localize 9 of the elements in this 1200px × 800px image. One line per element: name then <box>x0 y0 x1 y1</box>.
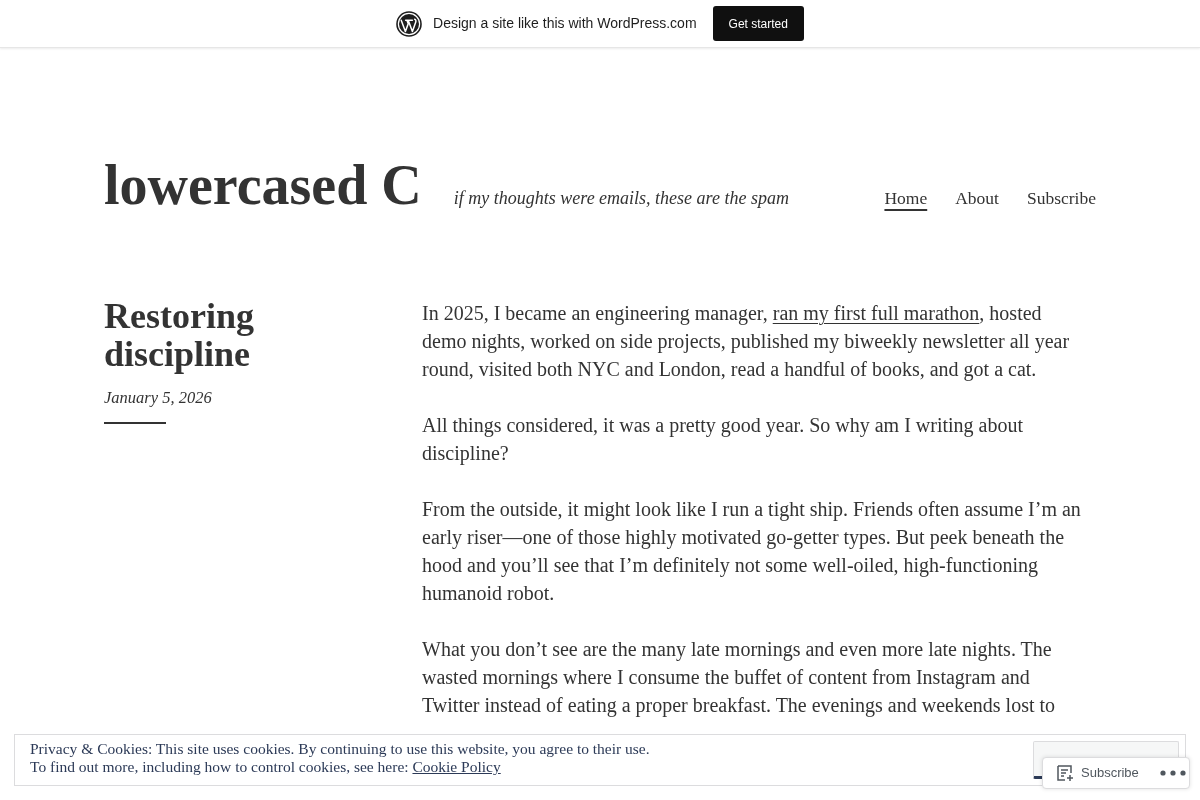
post-title: Restoring discipline <box>104 297 255 373</box>
body-paragraph: All things considered, it was a pretty good year. So why am I writing about discipline? <box>422 413 1024 467</box>
site-tagline: if my thoughts were emails, these are the spam <box>453 187 789 210</box>
body-paragraph: In 2025, I became an engineering manager, ran my first full marathon, hosted demo nights, worked on side projects, published my biweekly newsletter all year round, visited both NYC and London, read a handful of books, and got a cat. <box>422 301 1071 383</box>
body-paragraph: From the outside, it might look like I run a tight ship. Friends often assume I’m an early riser—one of those highly motivated go-getter types. But peek beneath the hood and you’ll see that I’m definitely not some well-oiled, high-functioning humanoid robot. <box>422 497 1082 606</box>
body-paragraph: What you don’t see are the many late mornings and even more late nights. The wasted mornings where I consume the buffet of content from Instagram and Twitter instead of eating a proper breakfast. The evenings and weekends lost to <box>422 637 1057 719</box>
cookie-info: To find out more, including how to control cookies, see here: Cookie Policy <box>30 758 502 776</box>
cookie-notice: Privacy & Cookies: This site uses cookies. By continuing to use this website, you agree to their use. <box>30 740 650 758</box>
promo-text: Design a site like this with WordPress.com <box>433 14 697 33</box>
